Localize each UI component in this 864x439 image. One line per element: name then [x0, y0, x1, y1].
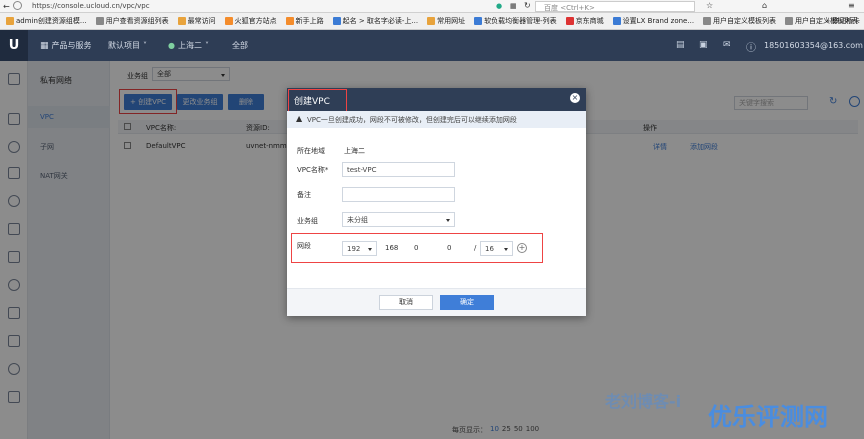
watermark-bold: 优乐评测网	[708, 403, 828, 431]
bookmark-item[interactable]: 软负载均衡器管理-列表	[474, 16, 557, 26]
bookmark-item[interactable]: admin创建资源组模...	[6, 16, 87, 26]
vpc-name-label: VPC名称*	[297, 166, 329, 174]
account-email[interactable]: 18501603354@163.com	[764, 41, 863, 50]
globe-icon	[612, 17, 621, 25]
search-box[interactable]: 百度 <Ctrl+K>	[535, 1, 695, 12]
search-box-placeholder: 百度 <Ctrl+K>	[544, 4, 595, 12]
bookmark-more[interactable]: » 移动析卡	[826, 16, 860, 26]
business-group-label: 业务组	[297, 217, 318, 225]
folder-icon	[427, 17, 436, 25]
remark-input[interactable]	[342, 187, 455, 202]
firefox-icon	[224, 17, 233, 25]
grid-icon: ▦	[40, 40, 49, 51]
bookmark-item[interactable]: 火狐官方站点	[224, 16, 277, 26]
vpc-name-input[interactable]: test-VPC	[342, 162, 455, 177]
add-circle-icon[interactable]: +	[517, 243, 527, 253]
folder-icon	[177, 17, 186, 25]
dialog-footer	[287, 288, 586, 316]
segment-separator: /	[474, 244, 477, 252]
bookmark-item[interactable]: 新手上路	[285, 16, 324, 26]
business-group-select[interactable]: 未分组	[342, 212, 455, 227]
region-label: 所在地域	[297, 147, 325, 155]
wallet-icon[interactable]: ▤	[676, 40, 685, 50]
help-icon[interactable]: ⓘ	[746, 39, 756, 54]
project-selector[interactable]: 默认项目 ˅	[108, 30, 147, 61]
chevron-down-icon: ˅	[204, 41, 209, 50]
location-icon: ●	[168, 41, 175, 50]
home-icon[interactable]: ⌂	[762, 1, 767, 10]
back-icon[interactable]: ←	[3, 2, 10, 11]
bookmark-item[interactable]: 起名 > 取名字必读-上...	[332, 16, 418, 26]
browser-url-bar: ← https://console.ucloud.cn/vpc/vpc ● ▦ …	[0, 0, 864, 13]
bookmark-item[interactable]: 京东商城	[565, 16, 604, 26]
watermark-faint: 老刘博客-i	[605, 392, 682, 411]
confirm-button[interactable]: 确定	[440, 295, 494, 310]
bookmark-item[interactable]: 用户查看资源组列表	[95, 16, 169, 26]
menu-icon[interactable]: ≡	[848, 1, 855, 10]
folder-icon	[6, 17, 14, 25]
reader-icon[interactable]: ●	[496, 2, 502, 10]
ucloud-logo[interactable]: U	[0, 30, 28, 61]
segment-octet-2: 168	[385, 244, 399, 252]
globe-icon	[474, 17, 483, 25]
page-icon	[95, 17, 104, 25]
globe-icon	[332, 17, 341, 25]
close-icon[interactable]: ×	[570, 93, 580, 103]
warning-icon: ▲	[296, 114, 303, 123]
segment-octet-3: 0	[414, 244, 419, 252]
ticket-icon[interactable]: ▣	[699, 40, 708, 50]
segment-label: 网段	[297, 242, 311, 250]
info-icon[interactable]	[13, 1, 22, 10]
bookmarks-bar: admin创建资源组模... 用户查看资源组列表 最常访问 火狐官方站点 新手上…	[0, 13, 864, 30]
notice-bar: ▲ VPC一旦创建成功，网段不可被修改，但创建完后可以继续添加网段	[287, 111, 586, 128]
firefox-icon	[285, 17, 294, 25]
region-selector[interactable]: ● 上海二 ˅	[168, 30, 209, 61]
zone-selector[interactable]: 全部	[232, 30, 248, 61]
bookmark-item[interactable]: 最常访问	[177, 16, 216, 26]
qr-icon[interactable]: ▦	[510, 2, 517, 10]
region-value: 上海二	[344, 147, 365, 155]
message-icon[interactable]: ✉	[723, 40, 731, 50]
bookmark-item[interactable]: 常用网址	[427, 16, 465, 26]
chevron-down-icon: ˅	[143, 41, 147, 50]
cancel-button[interactable]: 取消	[379, 295, 433, 310]
products-menu[interactable]: ▦ 产品与服务	[40, 30, 92, 61]
segment-mask-select[interactable]: 16	[480, 241, 513, 256]
jd-icon	[565, 17, 574, 25]
star-icon[interactable]: ☆	[706, 1, 713, 10]
page-icon	[703, 17, 712, 25]
notice-text: VPC一旦创建成功，网段不可被修改，但创建完后可以继续添加网段	[307, 116, 517, 124]
remark-label: 备注	[297, 191, 311, 199]
reload-icon[interactable]: ↻	[524, 1, 531, 10]
segment-octet-4: 0	[447, 244, 452, 252]
bookmark-item[interactable]: 设置LX Brand zone...	[612, 16, 694, 26]
url-text[interactable]: https://console.ucloud.cn/vpc/vpc	[32, 2, 150, 10]
page-icon	[785, 17, 794, 25]
bookmark-item[interactable]: 用户自定义模板列表	[703, 16, 776, 26]
dialog-title-highlight	[288, 89, 347, 112]
segment-octet-1-select[interactable]: 192	[342, 241, 377, 256]
